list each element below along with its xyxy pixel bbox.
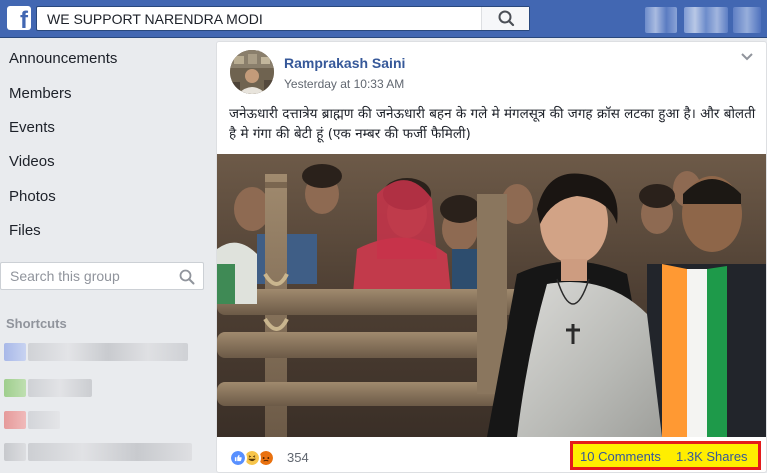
group-search-box bbox=[0, 262, 204, 290]
shortcut-icon bbox=[4, 379, 26, 397]
sidebar-item-announcements[interactable]: Announcements bbox=[9, 50, 117, 67]
post-author-name[interactable]: Ramprakash Saini bbox=[284, 55, 405, 71]
nav-icon-blurred[interactable] bbox=[733, 7, 761, 33]
sidebar-item-videos[interactable]: Videos bbox=[9, 153, 55, 170]
group-search-input[interactable] bbox=[1, 263, 171, 289]
sidebar-item-photos[interactable]: Photos bbox=[9, 188, 56, 205]
post-timestamp[interactable]: Yesterday at 10:33 AM bbox=[284, 77, 404, 91]
shortcut-label-blurred bbox=[28, 443, 192, 461]
sidebar-item-members[interactable]: Members bbox=[9, 85, 72, 102]
shortcut-item-blurred[interactable] bbox=[4, 377, 94, 399]
profile-shortcut-blurred[interactable] bbox=[645, 7, 677, 33]
search-icon bbox=[498, 10, 515, 27]
post-stats-highlight: 10 Comments 1.3K Shares bbox=[570, 441, 761, 470]
shortcut-icon bbox=[4, 443, 26, 461]
shortcuts-heading: Shortcuts bbox=[6, 316, 67, 331]
chevron-down-icon[interactable] bbox=[740, 52, 754, 62]
global-search-box bbox=[36, 6, 530, 31]
crowd-photo-image bbox=[217, 154, 766, 437]
post-photo[interactable] bbox=[217, 154, 766, 437]
shortcut-label-blurred bbox=[28, 343, 188, 361]
search-icon[interactable] bbox=[179, 269, 195, 285]
shortcut-label-blurred bbox=[28, 379, 92, 397]
shares-count-link[interactable]: 1.3K Shares bbox=[676, 449, 748, 464]
facebook-logo-icon[interactable]: f bbox=[7, 6, 31, 34]
global-search-input[interactable] bbox=[37, 7, 477, 30]
shortcut-icon bbox=[4, 411, 26, 429]
shortcut-item-blurred[interactable] bbox=[4, 409, 62, 431]
shortcut-item-blurred[interactable] bbox=[4, 341, 190, 363]
group-post-card: Ramprakash Saini Yesterday at 10:33 AM ज… bbox=[216, 41, 767, 473]
post-message-text: जनेऊधारी दत्तात्रेय ब्राह्मण की जनेऊधारी… bbox=[229, 106, 756, 142]
group-sidebar: Announcements Members Events Videos Phot… bbox=[0, 38, 214, 473]
avatar-photo-icon bbox=[230, 50, 274, 94]
comments-count-link[interactable]: 10 Comments bbox=[580, 449, 661, 464]
author-avatar[interactable] bbox=[230, 50, 274, 94]
sidebar-item-files[interactable]: Files bbox=[9, 222, 41, 239]
sidebar-item-events[interactable]: Events bbox=[9, 119, 55, 136]
search-button[interactable] bbox=[481, 7, 529, 30]
shortcut-icon bbox=[4, 343, 26, 361]
shortcut-label-blurred bbox=[28, 411, 60, 429]
reaction-count: 354 bbox=[287, 450, 309, 465]
like-reaction-icon bbox=[229, 449, 247, 467]
facebook-logo-letter: f bbox=[20, 7, 28, 34]
top-navigation-bar: f bbox=[0, 0, 767, 38]
home-link-blurred[interactable] bbox=[684, 7, 728, 33]
shortcut-item-blurred[interactable] bbox=[4, 441, 194, 463]
